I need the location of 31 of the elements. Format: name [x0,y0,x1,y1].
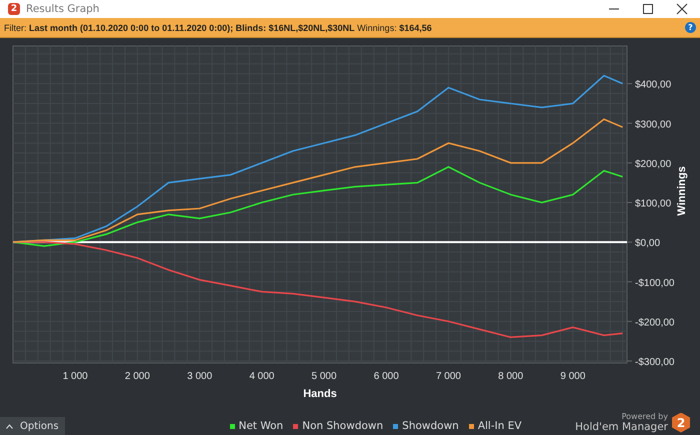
axis-tick-label: -$100,00 [635,278,674,289]
app-logo-icon: 2 [8,3,20,15]
legend-label: Showdown [402,420,459,432]
axis-tick-label: 7 000 [436,371,461,382]
x-axis-title: Hands [303,388,337,400]
product-name: Hold'em Manager [575,421,668,433]
window-title: Results Graph [26,3,100,15]
axis-tick-label: 3 000 [187,371,212,382]
axis-tick-label: -$300,00 [635,357,674,368]
axis-tick-label: 5 000 [312,371,337,382]
axis-tick-label: 1 000 [62,371,88,382]
axis-tick-label: $0,00 [635,238,660,250]
axis-tick-label: 4 000 [249,371,274,382]
legend-label: All-In EV [478,420,522,432]
y-axis-title: Winnings [676,166,688,216]
brand-logo-icon: 2 [672,412,690,432]
axis-tick-label: 8 000 [498,371,524,382]
options-button[interactable]: Options [0,417,65,435]
axis-tick-label: -$200,00 [635,317,674,328]
help-button[interactable]: ? [685,22,696,33]
powered-by-text: Powered by [622,412,668,421]
legend-label: Non Showdown [302,420,384,432]
axis-tick-label: $200,00 [635,158,672,170]
filter-summary: Filter: Last month (01.10.2020 0:00 to 01.11.2020 0:00); Blinds: $16NL,$20NL,$30NL Winnings: $164,56 [4,22,432,32]
axis-tick-label: 6 000 [374,371,399,382]
axis-tick-label: 2 000 [124,371,150,382]
axis-tick-label: $300,00 [635,119,672,130]
legend-label: Net Won [238,420,284,432]
axis-tick-label: 9 000 [560,371,586,382]
axis-tick-label: $100,00 [635,198,672,210]
axis-tick-label: $400,00 [635,80,672,91]
